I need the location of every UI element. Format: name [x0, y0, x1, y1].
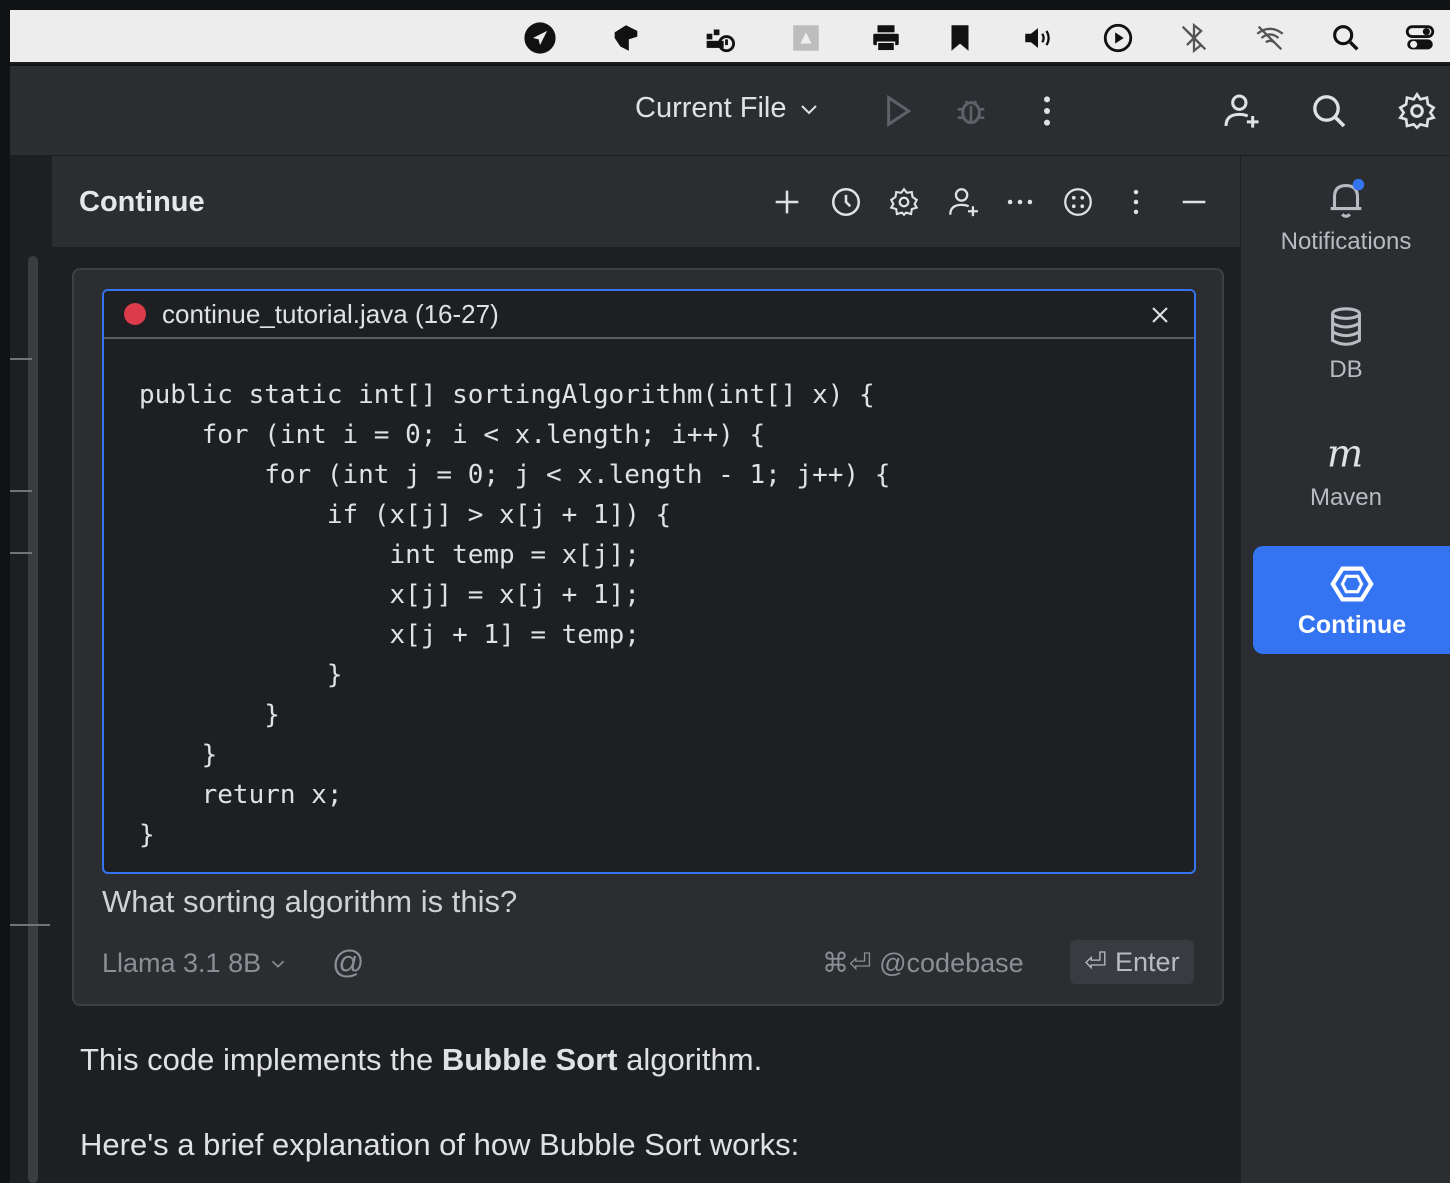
enter-button[interactable]: ⏎ Enter [1070, 940, 1194, 984]
panel-title: Continue [79, 186, 205, 218]
svg-text:m: m [1327, 432, 1363, 477]
right-tool-strip: Notifications DB m Maven Continue [1240, 156, 1450, 1183]
chevron-down-icon [272, 960, 285, 968]
drive-icon[interactable] [788, 20, 824, 56]
code-snippet: public static int[] sortingAlgorithm(int… [139, 380, 891, 850]
chat-area: continue_tutorial.java (16-27) public st… [52, 248, 1240, 1183]
minimize-icon[interactable] [1174, 182, 1214, 222]
control-center-icon[interactable] [1402, 20, 1438, 56]
gutter-mark [10, 358, 32, 360]
notifications-tool[interactable]: Notifications [1241, 176, 1450, 256]
error-status-icon [124, 303, 146, 325]
system-menu-bar [10, 10, 1450, 64]
scrollbar[interactable] [28, 256, 38, 1183]
return-icon: ⏎ [1084, 946, 1108, 977]
codebase-hint[interactable]: ⌘⏎ @codebase [822, 948, 1024, 979]
panel-header: Continue [52, 156, 1240, 248]
more-vertical-icon[interactable] [1024, 88, 1070, 134]
mention-button[interactable]: @ [332, 944, 364, 981]
volume-icon[interactable] [1020, 20, 1056, 56]
run-icon[interactable] [874, 88, 920, 134]
circle-dots-icon[interactable] [1058, 182, 1098, 222]
code-context-filename: continue_tutorial.java (16-27) [162, 298, 499, 329]
box-icon[interactable] [608, 20, 644, 56]
model-label: Llama 3.1 8B [102, 948, 262, 978]
more-vertical-icon[interactable] [1116, 182, 1156, 222]
new-session-icon[interactable] [767, 182, 807, 222]
gutter-mark [10, 552, 32, 554]
debug-icon[interactable] [948, 88, 994, 134]
code-context-block: continue_tutorial.java (16-27) public st… [102, 289, 1196, 874]
close-icon[interactable] [1146, 301, 1174, 329]
response-text: This code implements the [80, 1042, 442, 1077]
run-config-selector[interactable]: Current File [635, 92, 821, 125]
search-icon[interactable] [1328, 20, 1364, 56]
editor-gutter [10, 156, 52, 1183]
notifications-label: Notifications [1280, 228, 1412, 255]
maven-icon: m [1327, 432, 1363, 477]
settings-icon[interactable] [1394, 88, 1440, 134]
settings-icon[interactable] [884, 182, 924, 222]
docker-icon[interactable] [700, 20, 736, 56]
more-horizontal-icon[interactable] [1000, 182, 1040, 222]
continue-icon [1330, 566, 1374, 601]
bookmark-icon[interactable] [942, 20, 978, 56]
chevron-down-icon [800, 104, 817, 114]
play-circle-icon[interactable] [1100, 20, 1136, 56]
db-tool[interactable]: DB [1241, 304, 1450, 384]
navigation-icon[interactable] [522, 20, 558, 56]
maven-tool[interactable]: m Maven [1241, 432, 1450, 512]
response-bold-term: Bubble Sort [441, 1042, 618, 1077]
continue-label: Continue [1297, 610, 1407, 639]
response-line-1: This code implements the Bubble Sort alg… [80, 1042, 762, 1078]
gutter-mark [10, 490, 32, 492]
ide-toolbar: Current File [10, 66, 1450, 156]
chat-input-card: continue_tutorial.java (16-27) public st… [72, 268, 1224, 1006]
printer-icon[interactable] [868, 20, 904, 56]
model-selector[interactable]: Llama 3.1 8B [102, 948, 289, 979]
enter-label: Enter [1115, 946, 1180, 977]
bell-icon [1330, 178, 1365, 218]
history-icon[interactable] [826, 182, 866, 222]
add-user-icon[interactable] [1218, 88, 1264, 134]
wifi-off-icon[interactable] [1252, 20, 1288, 56]
db-label: DB [1329, 356, 1363, 383]
run-config-label: Current File [635, 92, 787, 124]
response-line-2: Here's a brief explanation of how Bubble… [80, 1127, 800, 1162]
continue-panel: Continue continue_tutorial.java (16-27) … [52, 156, 1240, 1183]
code-context-header: continue_tutorial.java (16-27) [104, 291, 1194, 339]
maven-label: Maven [1309, 484, 1383, 511]
continue-tool[interactable]: Continue [1253, 546, 1450, 654]
add-user-icon[interactable] [943, 182, 983, 222]
database-icon [1331, 307, 1361, 346]
response-text: algorithm. [617, 1042, 763, 1077]
bluetooth-off-icon[interactable] [1176, 20, 1212, 56]
gutter-mark [10, 924, 50, 926]
user-question[interactable]: What sorting algorithm is this? [102, 884, 517, 920]
search-icon[interactable] [1306, 88, 1352, 134]
